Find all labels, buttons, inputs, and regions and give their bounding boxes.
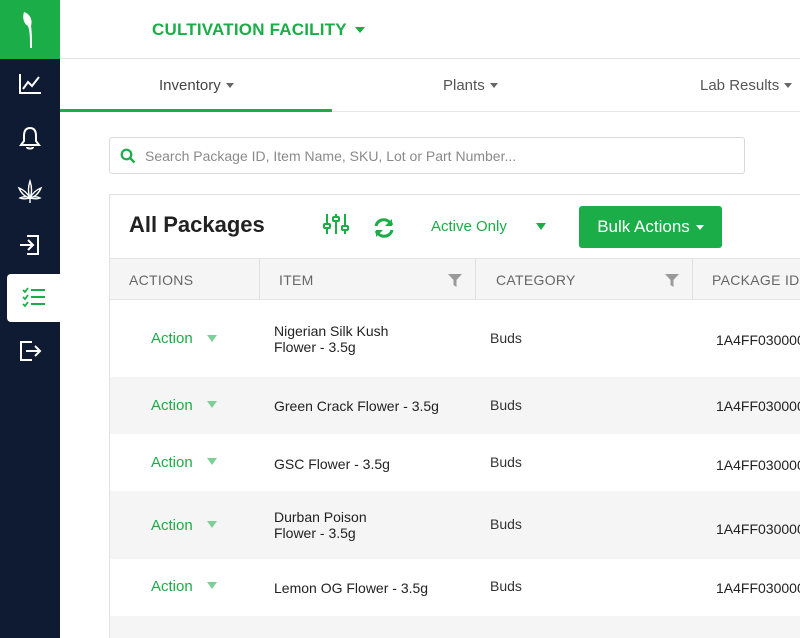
item-name-line: Nigerian Silk Kush xyxy=(274,323,389,339)
item-name-line: Flower - 3.5g xyxy=(274,525,356,541)
package-id-cell[interactable]: 1A4FF030000 xyxy=(716,332,800,348)
table-row[interactable]: Action GSC Flower - 3.5g Buds 1A4FF03000… xyxy=(110,434,800,491)
table-row[interactable]: Action Nigerian Silk Kush Flower - 3.5g … xyxy=(110,301,800,377)
page-title: All Packages xyxy=(129,212,265,237)
chevron-down-icon xyxy=(489,83,498,88)
package-id-cell[interactable]: 1A4FF030000 xyxy=(716,580,800,596)
column-header-actions: ACTIONS xyxy=(129,271,194,288)
item-name: Green Crack Flower - 3.5g xyxy=(274,398,439,414)
item-name-line: Green Crack Flower - 3.5g xyxy=(274,398,439,414)
sliders-icon[interactable] xyxy=(322,212,350,236)
chevron-down-icon xyxy=(225,83,234,88)
action-dropdown[interactable]: Action xyxy=(151,330,193,347)
facility-name: CULTIVATION FACILITY xyxy=(152,20,347,39)
tab-plants[interactable]: Plants xyxy=(443,77,498,94)
action-dropdown[interactable]: Action xyxy=(151,397,193,414)
bulk-actions-button[interactable]: Bulk Actions xyxy=(579,206,722,248)
active-tab-indicator xyxy=(60,109,332,112)
checklist-icon[interactable] xyxy=(7,274,60,322)
package-id-cell[interactable]: 1A4FF030000 xyxy=(716,457,800,473)
column-divider xyxy=(259,259,260,300)
chevron-down-icon[interactable] xyxy=(207,335,217,342)
item-name-line: Durban Poison xyxy=(274,509,367,525)
sprout-logo-icon xyxy=(23,11,32,48)
table-row[interactable] xyxy=(110,616,800,638)
chevron-down-icon xyxy=(784,83,793,88)
category-cell: Buds xyxy=(490,454,522,470)
column-divider xyxy=(692,259,693,300)
sidebar xyxy=(0,0,60,638)
package-id-cell[interactable]: 1A4FF030000 xyxy=(716,521,800,537)
header-divider xyxy=(60,58,800,59)
item-name-line: GSC Flower - 3.5g xyxy=(274,456,390,472)
tab-lab-results[interactable]: Lab Results xyxy=(700,77,793,94)
chevron-down-icon[interactable] xyxy=(207,458,217,465)
category-cell: Buds xyxy=(490,330,522,346)
column-header-package-id[interactable]: PACKAGE ID xyxy=(712,259,800,300)
chevron-down-icon[interactable] xyxy=(207,401,217,408)
bulk-actions-label: Bulk Actions xyxy=(597,217,690,236)
action-dropdown[interactable]: Action xyxy=(151,517,193,534)
chevron-down-icon xyxy=(354,27,365,33)
chevron-down-icon xyxy=(695,224,704,230)
table-row[interactable]: Action Lemon OG Flower - 3.5g Buds 1A4FF… xyxy=(110,559,800,616)
filter-icon[interactable] xyxy=(664,272,680,288)
filter-icon[interactable] xyxy=(447,272,463,288)
table-row[interactable]: Action Green Crack Flower - 3.5g Buds 1A… xyxy=(110,377,800,434)
column-header-category[interactable]: CATEGORY xyxy=(496,259,576,300)
column-header-item[interactable]: ITEM xyxy=(279,259,314,300)
analytics-icon[interactable] xyxy=(0,57,60,111)
search-input[interactable] xyxy=(145,147,705,164)
search-box xyxy=(109,137,745,174)
item-name-line: Lemon OG Flower - 3.5g xyxy=(274,580,429,596)
tab-inventory[interactable]: Inventory xyxy=(159,77,234,94)
cannabis-leaf-icon[interactable] xyxy=(0,165,60,219)
tab-label: Inventory xyxy=(159,77,221,94)
tab-label: Plants xyxy=(443,77,485,94)
bell-icon[interactable] xyxy=(0,111,60,165)
category-cell: Buds xyxy=(490,397,522,413)
package-id-cell[interactable]: 1A4FF030000 xyxy=(716,398,800,414)
action-dropdown[interactable]: Action xyxy=(151,578,193,595)
logo[interactable] xyxy=(0,0,60,59)
item-name: Lemon OG Flower - 3.5g xyxy=(274,580,428,596)
logout-icon[interactable] xyxy=(0,324,60,378)
tab-label: Lab Results xyxy=(700,77,780,94)
item-name: Nigerian Silk Kush Flower - 3.5g xyxy=(274,323,388,355)
table-header: ACTIONS ITEM CATEGORY PACKAGE ID xyxy=(110,258,800,300)
action-dropdown[interactable]: Action xyxy=(151,454,193,471)
chevron-down-icon[interactable] xyxy=(207,582,217,589)
category-cell: Buds xyxy=(490,578,522,594)
item-name: Durban Poison Flower - 3.5g xyxy=(274,509,367,541)
item-name-line: Flower - 3.5g xyxy=(274,339,356,355)
login-icon[interactable] xyxy=(0,218,60,272)
search-icon xyxy=(120,148,136,163)
facility-selector[interactable]: CULTIVATION FACILITY xyxy=(152,20,365,40)
column-divider xyxy=(475,259,476,300)
item-name: GSC Flower - 3.5g xyxy=(274,456,390,472)
status-filter-select[interactable]: Active Only xyxy=(431,218,507,235)
refresh-icon[interactable] xyxy=(372,216,396,240)
chevron-down-icon[interactable] xyxy=(536,223,546,230)
category-cell: Buds xyxy=(490,516,522,532)
chevron-down-icon[interactable] xyxy=(207,521,217,528)
table-row[interactable]: Action Durban Poison Flower - 3.5g Buds … xyxy=(110,491,800,559)
